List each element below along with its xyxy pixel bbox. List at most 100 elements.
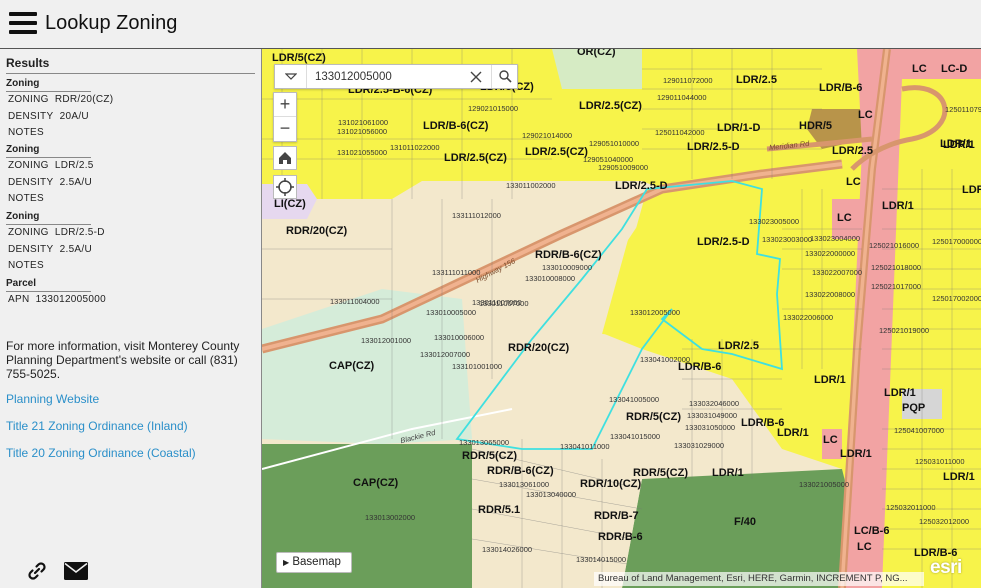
density-key: DENSITY: [8, 243, 54, 255]
parcel-number: 133041015000: [610, 432, 661, 441]
zoning-map[interactable]: LDR/5(CZ) OR(CZ) LDR/2.5 LDR/2.5-B-6(CZ)…: [262, 49, 981, 588]
chevron-down-icon: [285, 73, 297, 80]
zoning-key: ZONING: [8, 160, 49, 171]
zoning-block-title: Zoning: [6, 144, 91, 158]
parcel-block: Parcel APN 133012005000: [6, 278, 106, 309]
parcel-number: 129011044000: [657, 93, 707, 102]
parcel-number: 133101001000: [452, 362, 503, 371]
basemap-label: Basemap: [292, 556, 341, 568]
parcel-number: 131021061000: [338, 118, 389, 127]
home-button[interactable]: [273, 146, 297, 170]
zone-label: LDR/1: [840, 448, 872, 460]
zoning-value: RDR/20(CZ): [54, 94, 114, 105]
notes-row: NOTES: [8, 260, 44, 272]
search-button[interactable]: [491, 65, 518, 88]
zone-label: PQP: [902, 402, 926, 414]
parcel-number: 125021016000: [869, 241, 920, 250]
parcel-number: 125017002000: [932, 294, 981, 303]
zone-label: LDR/1: [943, 471, 975, 483]
density-row: DENSITY 2.5A/U: [6, 242, 105, 259]
zone-label: CAP(CZ): [353, 477, 399, 489]
zone-label: RDR/20(CZ): [508, 342, 570, 354]
parcel-number: 133031049000: [687, 411, 738, 420]
zone-label: LC: [837, 212, 852, 224]
parcel-number: 133010009000: [542, 263, 593, 272]
title-20-link[interactable]: Title 20 Zoning Ordinance (Coastal): [6, 446, 196, 460]
zone-label: RDR/5(CZ): [626, 411, 681, 423]
parcel-number: 125021017000: [871, 282, 922, 291]
parcel-number: 133031050000: [685, 423, 736, 432]
parcel-number: 133023004000: [810, 234, 861, 243]
info-text: For more information, visit Monterey Cou…: [6, 339, 240, 381]
parcel-number: 133011004000: [330, 297, 380, 306]
parcel-number: 125011079000: [945, 105, 981, 114]
apn-value: 133012005000: [35, 294, 106, 305]
zone-label: LI(CZ): [274, 198, 306, 210]
zoning-value: LDR/2.5: [54, 160, 94, 171]
density-key: DENSITY: [8, 110, 54, 122]
zone-label: LC: [823, 434, 838, 446]
zone-label: CAP(CZ): [329, 360, 375, 372]
locate-icon: [276, 178, 294, 196]
parcel-number: 133021005000: [799, 480, 850, 489]
zone-label: LC: [857, 541, 872, 553]
search-icon: [499, 70, 512, 83]
parcel-number: 133012005000: [630, 308, 681, 317]
search-source-dropdown[interactable]: [275, 65, 307, 88]
title-21-link[interactable]: Title 21 Zoning Ordinance (Inland): [6, 419, 188, 433]
zoom-out-button[interactable]: −: [274, 117, 296, 141]
parcel-number: 133031029000: [674, 441, 725, 450]
link-icon[interactable]: [27, 561, 47, 581]
search-widget: [274, 64, 518, 89]
zone-label: LC: [912, 63, 927, 75]
zone-label: LC/B-6: [854, 525, 890, 537]
parcel-number: 133010006000: [434, 333, 485, 342]
notes-row: NOTES: [8, 193, 44, 205]
parcel-number: 133011002000: [506, 181, 556, 190]
zone-label: HDR/5: [799, 120, 833, 132]
parcel-number: 129021014000: [522, 131, 573, 140]
zoning-key: ZONING: [8, 94, 49, 105]
map-attribution: Bureau of Land Management, Esri, HERE, G…: [594, 572, 924, 586]
zoning-block-3: Zoning ZONING LDR/2.5-D DENSITY 2.5A/U N…: [6, 211, 105, 275]
density-row: DENSITY 20A/U: [6, 109, 113, 126]
parcel-number: 125021019000: [879, 326, 930, 335]
zone-label: LC: [858, 109, 873, 121]
parcel-number: 133022007000: [812, 268, 863, 277]
locate-button[interactable]: [273, 175, 297, 199]
parcel-number: 133011007000: [472, 298, 522, 307]
zone-label: RDR/B-7: [594, 510, 639, 522]
parcel-number: 133023005000: [749, 217, 800, 226]
density-key: DENSITY: [8, 176, 54, 188]
zoning-value: LDR/2.5-D: [54, 227, 105, 238]
density-value: 20A/U: [59, 110, 89, 122]
zone-label: RDR/5(CZ): [633, 467, 688, 479]
zoom-in-button[interactable]: +: [274, 93, 296, 117]
parcel-number: 133010005000: [426, 308, 477, 317]
density-value: 2.5A/U: [59, 176, 92, 188]
parcel-number: 125041007000: [894, 426, 945, 435]
parcel-number: 133013040000: [526, 490, 577, 499]
planning-website-link[interactable]: Planning Website: [6, 392, 99, 406]
hamburger-menu-icon[interactable]: [9, 12, 37, 34]
zone-label: LC-D: [941, 63, 968, 75]
zone-label: OR(CZ): [577, 49, 616, 58]
density-value: 2.5A/U: [59, 243, 92, 255]
basemap-toggle-button[interactable]: ▶ Basemap: [276, 552, 352, 573]
zoning-block-1: Zoning ZONING RDR/20(CZ) DENSITY 20A/U N…: [6, 78, 113, 142]
zoning-block-title: Zoning: [6, 78, 91, 92]
zone-label: LDR/1: [943, 139, 975, 151]
notes-row: NOTES: [8, 127, 44, 139]
zone-label: RDR/B-6: [598, 531, 643, 543]
zoning-row: ZONING RDR/20(CZ): [6, 92, 113, 109]
parcel-number: 129011072000: [663, 76, 713, 85]
zoning-block-2: Zoning ZONING LDR/2.5 DENSITY 2.5A/U NOT…: [6, 144, 94, 208]
zone-label: LDR/1: [814, 374, 846, 386]
zone-label: LDR/2.5: [832, 145, 873, 157]
mail-icon[interactable]: [64, 562, 88, 580]
clear-icon[interactable]: [469, 70, 483, 84]
zone-label: LDR/2.5(CZ): [579, 100, 642, 112]
search-input[interactable]: [315, 69, 460, 85]
parcel-number: 125011042000: [655, 128, 705, 137]
esri-logo: esri: [930, 557, 962, 578]
